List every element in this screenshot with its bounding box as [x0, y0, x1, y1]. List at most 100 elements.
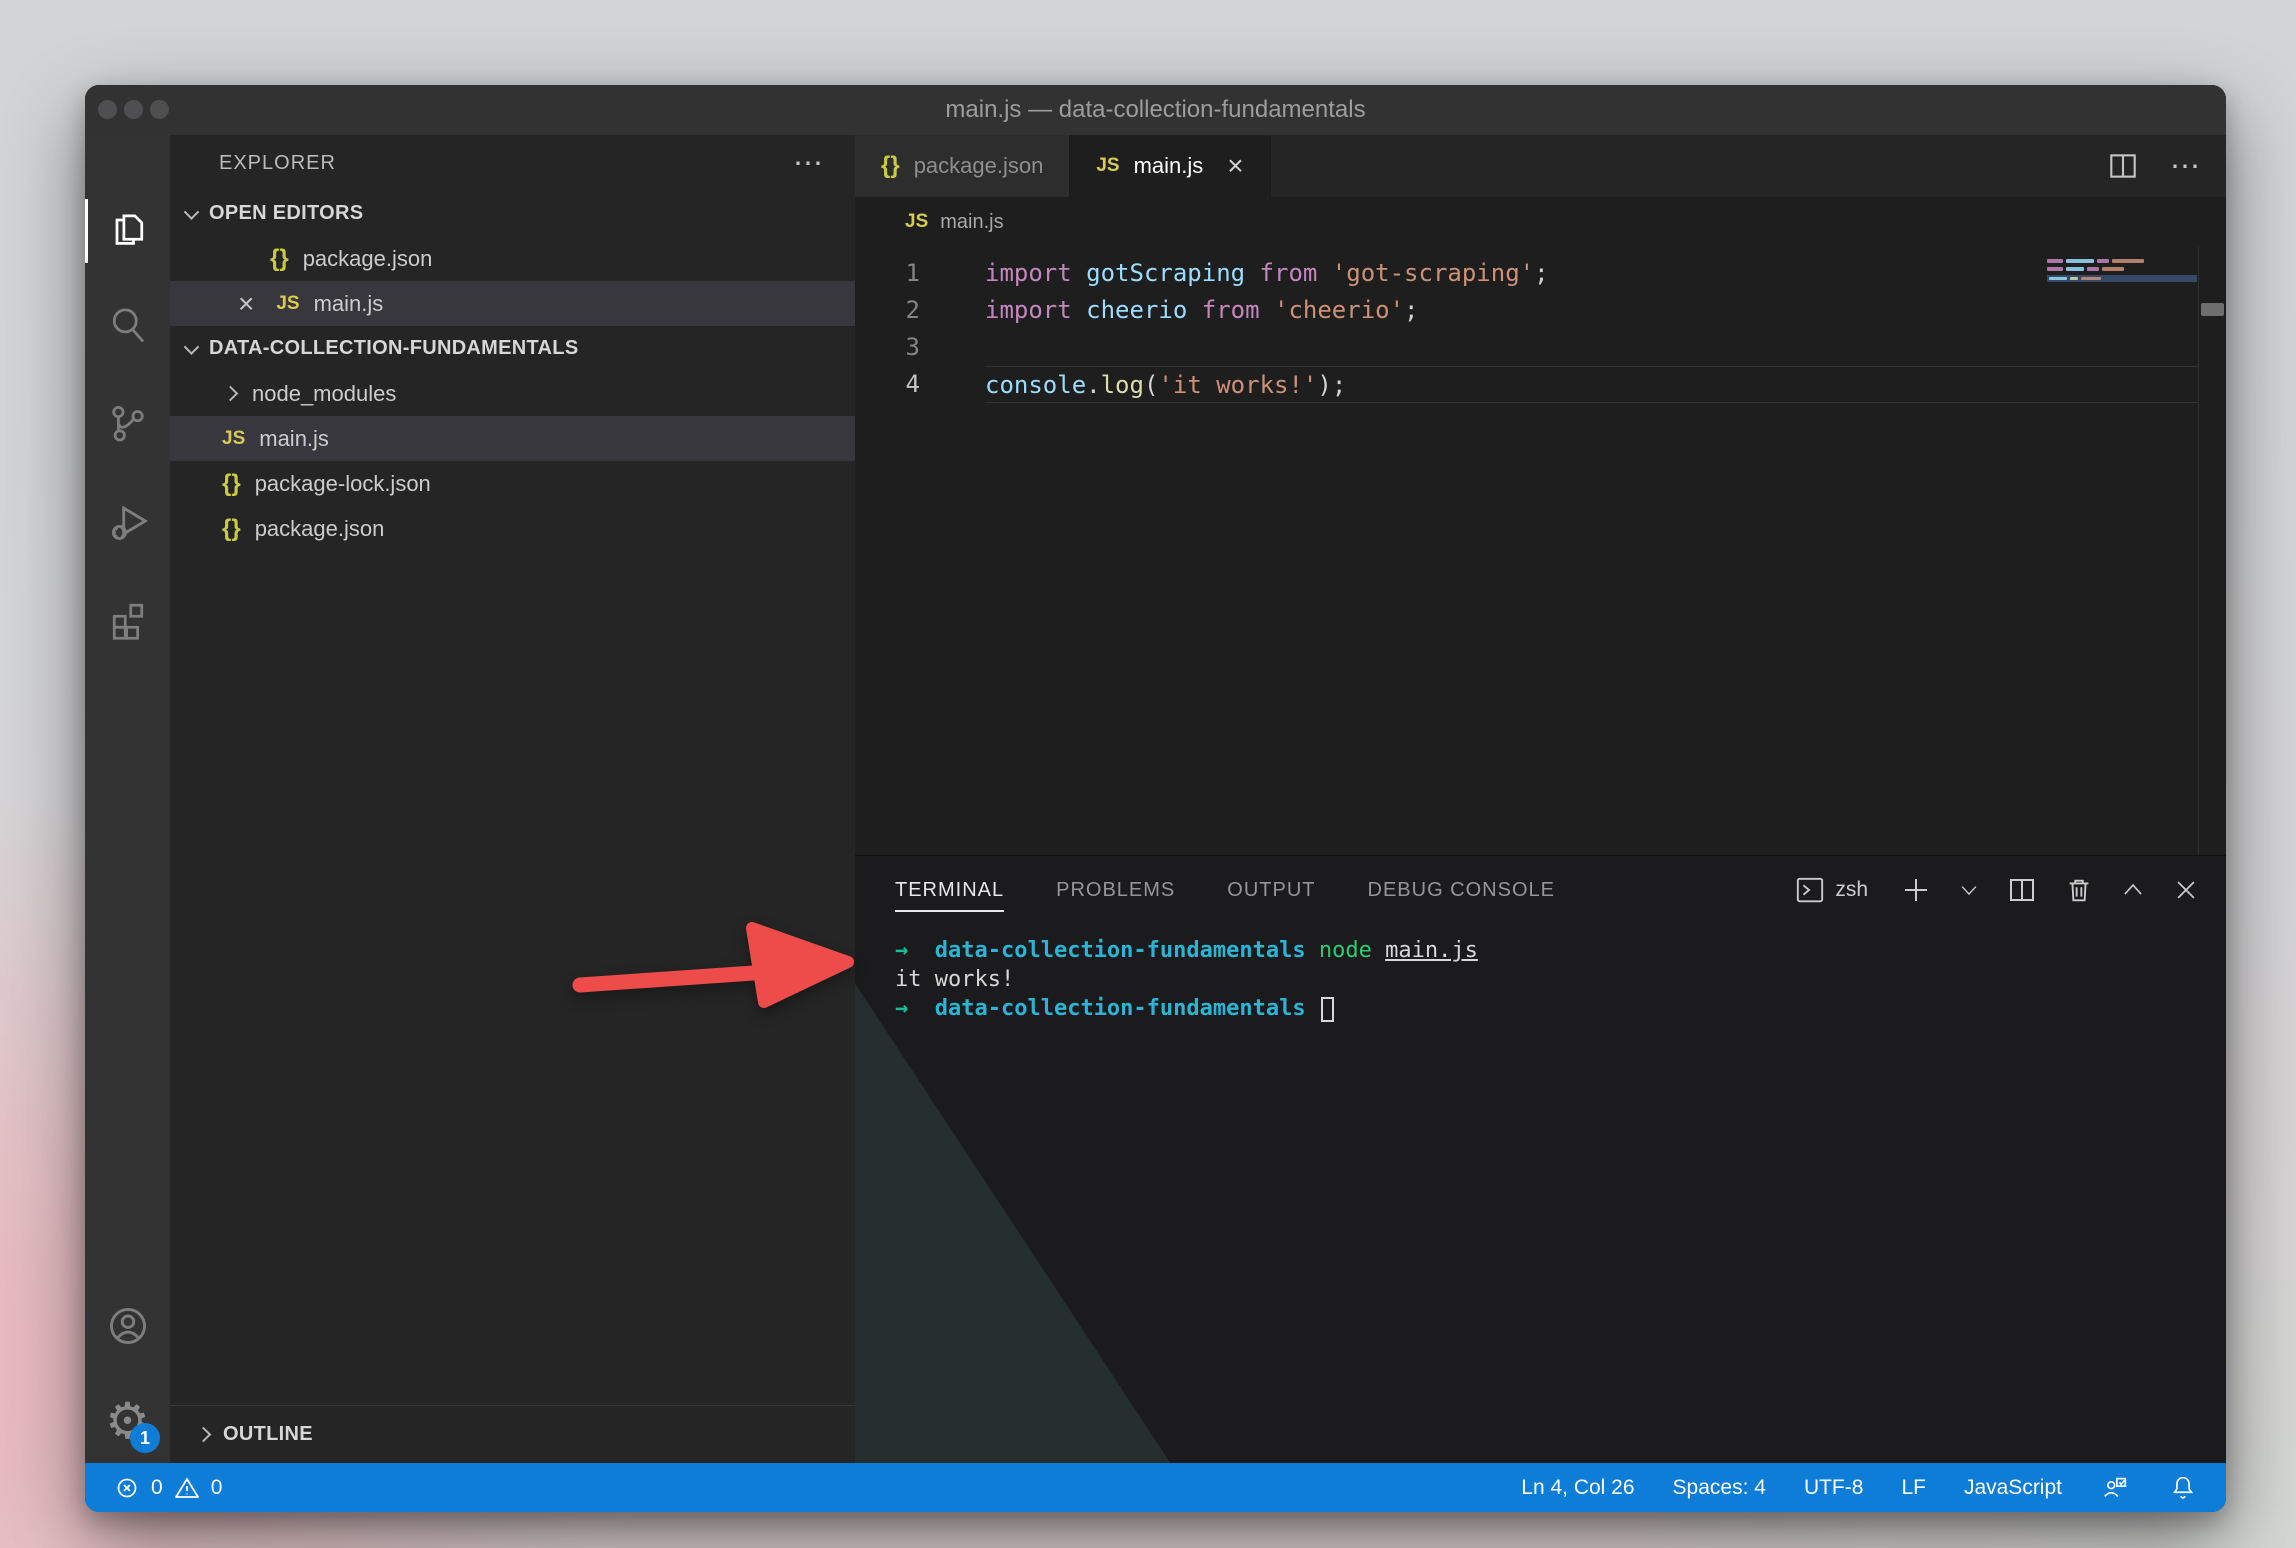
error-count: 0 — [151, 1476, 163, 1500]
token — [908, 996, 935, 1021]
more-actions-icon[interactable]: ⋯ — [793, 146, 825, 181]
source-control-icon[interactable] — [85, 385, 170, 461]
window-title: main.js — data-collection-fundamentals — [945, 96, 1365, 124]
json-file-icon: {} — [881, 152, 900, 180]
split-terminal-icon[interactable] — [2006, 874, 2038, 906]
token: ; — [1404, 296, 1418, 324]
term-line[interactable]: it works! — [895, 965, 2226, 994]
terminal-lines: → data-collection-fundamentals node main… — [895, 936, 2226, 1023]
workspace-label: DATA-COLLECTION-FUNDAMENTALS — [209, 337, 578, 360]
outline-section[interactable]: OUTLINE — [170, 1405, 855, 1463]
close-tab-icon[interactable]: × — [1227, 152, 1243, 180]
tab-output[interactable]: OUTPUT — [1227, 856, 1315, 924]
problems-status[interactable]: 0 0 — [113, 1474, 222, 1502]
tab-debug-console[interactable]: DEBUG CONSOLE — [1368, 856, 1555, 924]
search-icon[interactable] — [85, 287, 170, 363]
tree-item-label: package-lock.json — [255, 471, 431, 497]
tab-problems[interactable]: PROBLEMS — [1056, 856, 1175, 924]
language-mode[interactable]: JavaScript — [1964, 1476, 2062, 1500]
workspace-section[interactable]: DATA-COLLECTION-FUNDAMENTALS — [170, 326, 855, 371]
explorer-icon[interactable] — [85, 193, 170, 269]
token: . — [1086, 371, 1100, 399]
code-line[interactable]: 4console.log('it works!'); — [855, 366, 2226, 403]
token: → — [895, 938, 908, 963]
breadcrumb[interactable]: JS main.js — [855, 197, 2226, 247]
split-editor-icon[interactable] — [2106, 149, 2140, 183]
tree-item-node-modules[interactable]: node_modules — [170, 371, 855, 416]
tree-item-main-js[interactable]: JS main.js — [170, 416, 855, 461]
editor-tab-bar: {} package.json JS main.js × ⋯ — [855, 135, 2226, 197]
tab-main-js[interactable]: JS main.js × — [1070, 135, 1270, 197]
extensions-icon[interactable] — [85, 581, 170, 657]
minimize-window-button[interactable] — [124, 100, 143, 119]
new-terminal-icon[interactable] — [1900, 874, 1932, 906]
notifications-bell-icon[interactable] — [2168, 1473, 2198, 1503]
run-debug-icon[interactable] — [85, 483, 170, 559]
scrollbar-thumb[interactable] — [2201, 303, 2224, 316]
maximize-panel-icon[interactable] — [2120, 877, 2146, 903]
minimap[interactable] — [2047, 259, 2197, 282]
tab-label: main.js — [1134, 153, 1204, 179]
js-file-icon: JS — [222, 428, 245, 450]
kill-terminal-trash-icon[interactable] — [2064, 875, 2094, 905]
terminal-panel: TERMINAL PROBLEMS OUTPUT DEBUG CONSOLE z… — [855, 855, 2226, 1463]
explorer-title: EXPLORER — [219, 152, 336, 175]
token: gotScraping — [1086, 259, 1259, 287]
close-editor-icon[interactable]: × — [238, 290, 254, 318]
code-line[interactable]: 2import cheerio from 'cheerio'; — [855, 292, 2226, 329]
token: node — [1319, 938, 1372, 963]
token: log — [1101, 371, 1144, 399]
token — [908, 938, 935, 963]
indentation[interactable]: Spaces: 4 — [1673, 1476, 1766, 1500]
line-number: 2 — [855, 292, 920, 329]
more-actions-icon[interactable]: ⋯ — [2170, 149, 2202, 184]
tab-terminal[interactable]: TERMINAL — [895, 856, 1004, 924]
maximize-window-button[interactable] — [150, 100, 169, 119]
token: data-collection-fundamentals — [935, 996, 1306, 1021]
title-bar[interactable]: main.js — data-collection-fundamentals — [85, 85, 2226, 135]
open-editor-item[interactable]: × JS main.js — [170, 281, 855, 326]
tree-item-label: main.js — [259, 426, 329, 452]
terminal-output[interactable]: → data-collection-fundamentals node main… — [855, 924, 2226, 1023]
term-line[interactable]: → data-collection-fundamentals — [895, 994, 2226, 1023]
chevron-right-icon — [223, 386, 239, 402]
token: from — [1202, 296, 1274, 324]
launch-profile-chevron-icon[interactable] — [1958, 879, 1980, 901]
settings-gear-icon[interactable]: ⚙ 1 — [85, 1383, 170, 1459]
cursor-position[interactable]: Ln 4, Col 26 — [1521, 1476, 1634, 1500]
warning-icon — [173, 1474, 201, 1502]
token: import — [985, 259, 1086, 287]
account-icon[interactable] — [85, 1288, 170, 1364]
open-editor-item[interactable]: {} package.json — [170, 236, 855, 281]
outline-label: OUTLINE — [223, 1423, 313, 1446]
term-line[interactable]: → data-collection-fundamentals node main… — [895, 936, 2226, 965]
tree-item-package-lock[interactable]: {} package-lock.json — [170, 461, 855, 506]
explorer-sidebar: EXPLORER ⋯ OPEN EDITORS {} package.json … — [170, 135, 855, 1463]
tab-package-json[interactable]: {} package.json — [855, 135, 1070, 197]
token: 'cheerio' — [1274, 296, 1404, 324]
status-bar: 0 0 Ln 4, Col 26 Spaces: 4 UTF-8 LF Java… — [85, 1463, 2226, 1512]
code-editor[interactable]: 1import gotScraping from 'got-scraping';… — [855, 247, 2226, 855]
token — [1306, 996, 1319, 1021]
shell-selector[interactable]: zsh — [1795, 875, 1874, 905]
json-file-icon: {} — [222, 470, 241, 498]
close-panel-icon[interactable] — [2172, 876, 2200, 904]
desktop-background: main.js — data-collection-fundamentals — [0, 0, 2296, 1548]
open-editors-section[interactable]: OPEN EDITORS — [170, 191, 855, 236]
feedback-icon[interactable] — [2100, 1473, 2130, 1503]
warning-count: 0 — [211, 1476, 223, 1500]
code-line[interactable]: 3 — [855, 329, 2226, 366]
error-icon — [113, 1474, 141, 1502]
editor-scrollbar[interactable] — [2198, 247, 2226, 855]
code-lines: 1import gotScraping from 'got-scraping';… — [855, 255, 2226, 403]
token: data-collection-fundamentals — [935, 938, 1306, 963]
encoding[interactable]: UTF-8 — [1804, 1476, 1864, 1500]
token: ); — [1317, 371, 1346, 399]
js-file-icon: JS — [276, 293, 299, 315]
token — [1372, 938, 1385, 963]
eol-sequence[interactable]: LF — [1901, 1476, 1926, 1500]
chevron-down-icon — [184, 339, 200, 355]
tree-item-package-json[interactable]: {} package.json — [170, 506, 855, 551]
code-line[interactable]: 1import gotScraping from 'got-scraping'; — [855, 255, 2226, 292]
close-window-button[interactable] — [98, 100, 117, 119]
